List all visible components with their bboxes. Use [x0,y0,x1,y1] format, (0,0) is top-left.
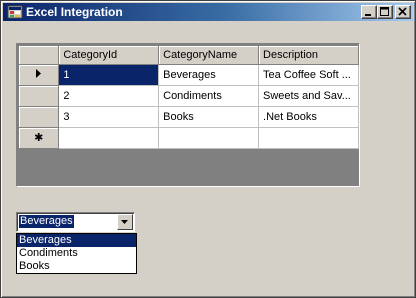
combobox-dropdown-button[interactable] [117,214,133,230]
window-title: Excel Integration [26,5,123,19]
cell-new-description[interactable] [258,126,359,149]
minimize-icon [365,14,371,16]
category-combobox[interactable]: Beverages [16,212,135,232]
cell-categoryname[interactable]: Beverages [158,63,260,86]
cell-categoryid[interactable]: 3 [58,105,160,128]
dropdown-option-beverages[interactable]: Beverages [17,234,136,247]
table-row[interactable]: 3 Books .Net Books [19,105,359,128]
close-icon [398,7,407,16]
chevron-down-icon [121,220,128,224]
cell-description[interactable]: Tea Coffee Soft ... [258,63,359,86]
combobox-selected-value[interactable]: Beverages [19,215,74,228]
current-row-arrow-icon [35,68,41,78]
cell-description[interactable]: .Net Books [258,105,359,128]
row-header-current[interactable] [19,64,60,86]
row-header[interactable] [19,85,60,107]
minimize-button[interactable] [361,5,377,19]
dropdown-option-condiments[interactable]: Condiments [17,247,136,260]
form-app-icon [7,5,23,19]
main-window: Excel Integration CategoryId CategoryNam… [0,0,416,298]
row-header[interactable] [19,106,60,128]
title-bar[interactable]: Excel Integration [3,3,413,21]
categories-datagrid[interactable]: CategoryId CategoryName Description 1 Be… [16,43,360,187]
cell-description[interactable]: Sweets and Sav... [258,84,359,107]
cell-categoryid[interactable]: 1 [58,63,160,86]
combobox-dropdown-list[interactable]: Beverages Condiments Books [16,233,137,274]
maximize-icon [380,7,389,16]
grid-corner-header[interactable] [19,46,60,65]
dropdown-option-books[interactable]: Books [17,260,136,273]
cell-categoryname[interactable]: Books [158,105,260,128]
grid-header-row: CategoryId CategoryName Description [19,46,359,65]
cell-categoryid[interactable]: 2 [58,84,160,107]
close-button[interactable] [395,5,411,19]
column-header-description[interactable]: Description [258,46,359,65]
table-row[interactable]: 1 Beverages Tea Coffee Soft ... [19,63,359,86]
cell-categoryname[interactable]: Condiments [158,84,260,107]
column-header-categoryid[interactable]: CategoryId [58,46,160,65]
column-header-categoryname[interactable]: CategoryName [158,46,260,65]
new-row[interactable]: ✱ [19,126,359,149]
cell-new-categoryname[interactable] [158,126,260,149]
row-header-new[interactable]: ✱ [19,127,60,149]
maximize-button[interactable] [377,5,393,19]
table-row[interactable]: 2 Condiments Sweets and Sav... [19,84,359,107]
cell-new-categoryid[interactable] [58,126,160,149]
new-row-asterisk-icon: ✱ [34,132,44,144]
